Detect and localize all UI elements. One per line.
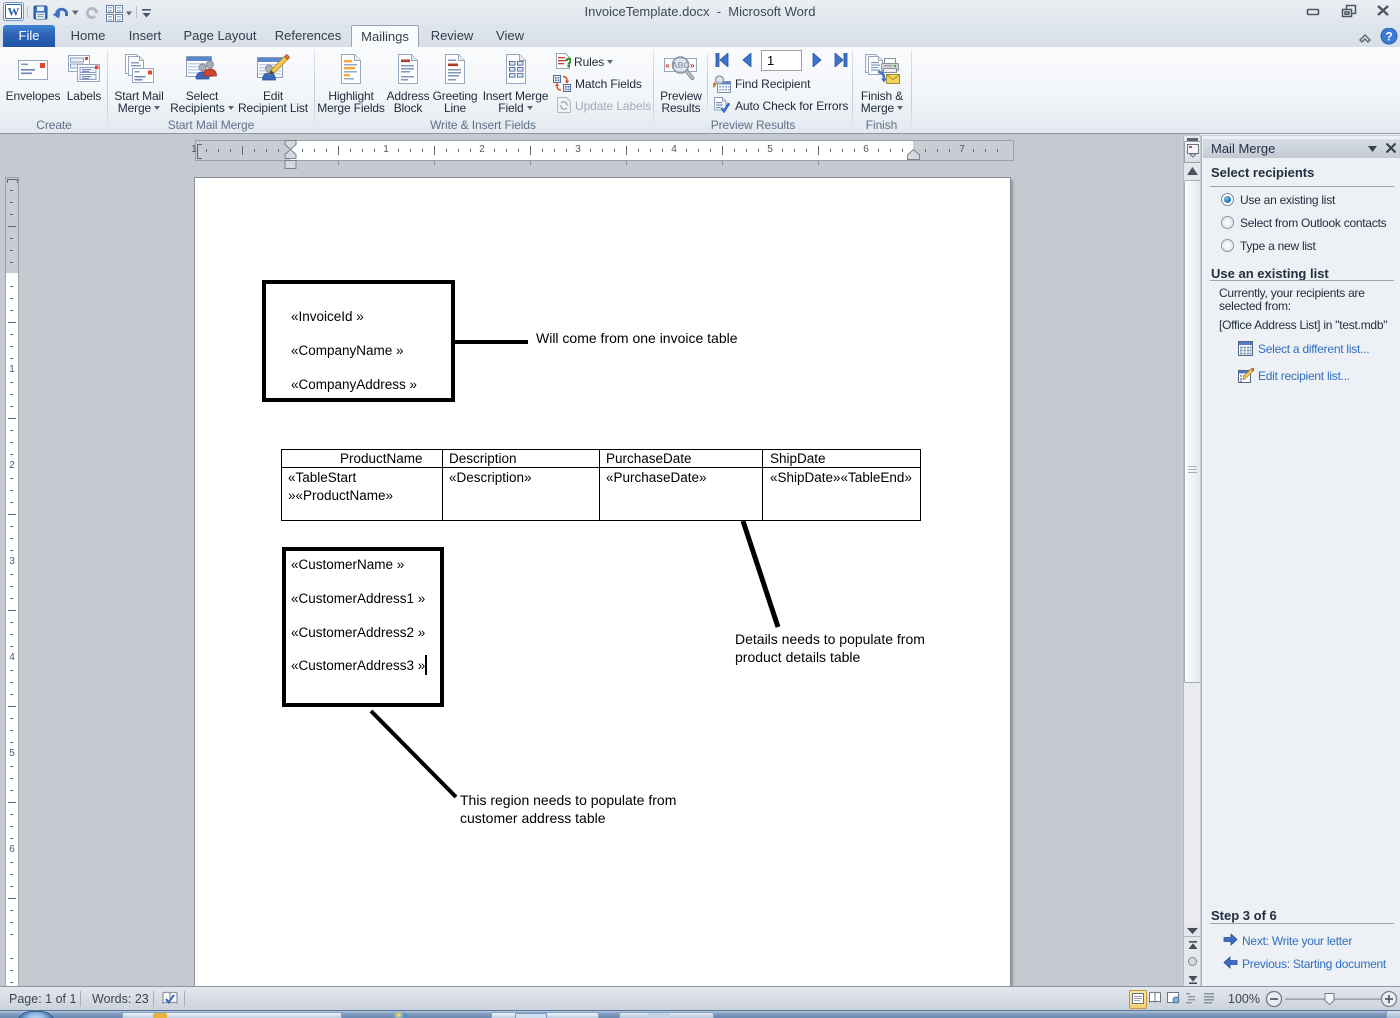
svg-text:?: ? — [565, 55, 571, 69]
svg-text:«: « — [665, 61, 670, 70]
svg-text:»: » — [690, 61, 695, 70]
svg-text:?: ? — [1385, 30, 1392, 44]
svg-text:W: W — [8, 5, 20, 19]
